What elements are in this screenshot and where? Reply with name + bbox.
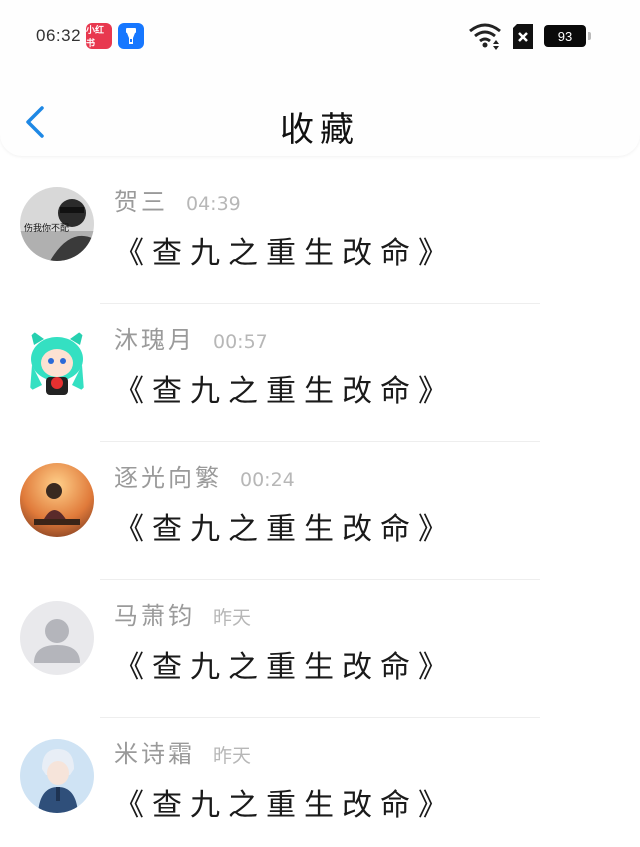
avatar[interactable] bbox=[20, 739, 94, 813]
sim-card-icon bbox=[513, 24, 533, 49]
item-time: 昨天 bbox=[213, 607, 252, 629]
list-item[interactable]: 沐瑰月 00:57 《查九之重生改命》 bbox=[0, 304, 640, 442]
item-time: 昨天 bbox=[213, 745, 252, 767]
avatar[interactable] bbox=[20, 463, 94, 537]
item-meta: 米诗霜 昨天 bbox=[114, 734, 251, 769]
item-meta: 沐瑰月 00:57 bbox=[114, 320, 268, 355]
book-title[interactable]: 《查九之重生改命》 bbox=[114, 780, 456, 824]
battery-level: 93 bbox=[557, 28, 573, 44]
book-title[interactable]: 《查九之重生改命》 bbox=[114, 642, 456, 686]
list-item[interactable]: 逐光向繁 00:24 《查九之重生改命》 bbox=[0, 442, 640, 580]
status-bar: 06:32 小红书 93 bbox=[0, 0, 640, 72]
avatar[interactable] bbox=[20, 325, 94, 399]
user-name: 贺三 bbox=[114, 188, 168, 216]
nav-bar: 收藏 bbox=[0, 80, 640, 156]
battery-indicator: 93 bbox=[544, 25, 591, 47]
xiaohongshu-app-icon: 小红书 bbox=[86, 23, 112, 49]
flashlight-icon bbox=[118, 23, 144, 49]
default-avatar-icon[interactable] bbox=[20, 601, 94, 675]
page-title: 收藏 bbox=[280, 110, 360, 150]
item-time: 00:24 bbox=[240, 469, 295, 491]
user-name: 沐瑰月 bbox=[114, 326, 195, 354]
item-time: 04:39 bbox=[186, 193, 241, 215]
header-card: 06:32 小红书 93 收藏 bbox=[0, 0, 640, 156]
item-meta: 逐光向繁 00:24 bbox=[114, 458, 295, 493]
favorites-list: 伤我你不配 贺三 04:39 《查九之重生改命》 沐瑰月 00:57 《查九之重… bbox=[0, 166, 640, 847]
user-name: 马萧钧 bbox=[114, 602, 195, 630]
item-meta: 马萧钧 昨天 bbox=[114, 596, 251, 631]
avatar[interactable]: 伤我你不配 bbox=[20, 187, 94, 261]
item-meta: 贺三 04:39 bbox=[114, 182, 241, 217]
book-title[interactable]: 《查九之重生改命》 bbox=[114, 366, 456, 410]
book-title[interactable]: 《查九之重生改命》 bbox=[114, 228, 456, 272]
book-title[interactable]: 《查九之重生改命》 bbox=[114, 504, 456, 548]
list-item[interactable]: 马萧钧 昨天 《查九之重生改命》 bbox=[0, 580, 640, 718]
status-time: 06:32 bbox=[36, 26, 82, 45]
item-time: 00:57 bbox=[213, 331, 268, 353]
list-item[interactable]: 伤我你不配 贺三 04:39 《查九之重生改命》 bbox=[0, 166, 640, 304]
avatar-badge-text: 伤我你不配 bbox=[24, 222, 69, 234]
app-icon-label: 小红书 bbox=[86, 26, 105, 49]
wifi-icon bbox=[469, 23, 501, 50]
user-name: 米诗霜 bbox=[114, 740, 195, 768]
user-name: 逐光向繁 bbox=[114, 464, 222, 492]
list-item[interactable]: 米诗霜 昨天 《查九之重生改命》 bbox=[0, 718, 640, 847]
